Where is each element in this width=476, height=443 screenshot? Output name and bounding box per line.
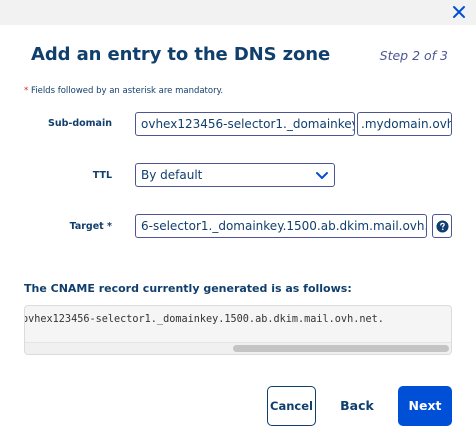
required-asterisk: * <box>24 86 29 96</box>
target-label: Target * <box>69 221 112 232</box>
next-button[interactable]: Next <box>398 386 452 426</box>
ttl-select[interactable]: By default <box>135 163 335 187</box>
close-button[interactable] <box>449 2 469 22</box>
dialog-title: Add an entry to the DNS zone <box>31 44 331 65</box>
domain-suffix: .mydomain.ovh. <box>357 112 452 136</box>
mandatory-note-text: Fields followed by an asterisk are manda… <box>30 86 224 96</box>
cname-record-heading: The CNAME record currently generated is … <box>24 282 352 295</box>
subdomain-input[interactable]: ovhex123456-selector1._domainkey <box>135 112 355 136</box>
cname-record-box: ovhex123456-selector1._domainkey.1500.ab… <box>24 305 452 355</box>
cname-record-text: ovhex123456-selector1._domainkey.1500.ab… <box>24 314 384 325</box>
scrollbar-thumb[interactable] <box>233 345 449 352</box>
ttl-label: TTL <box>92 170 112 181</box>
back-button[interactable]: Back <box>331 386 383 426</box>
target-input[interactable]: 6-selector1._domainkey.1500.ab.dkim.mail… <box>135 214 427 238</box>
horizontal-scrollbar[interactable] <box>25 342 451 354</box>
mandatory-note: * Fields followed by an asterisk are man… <box>24 86 223 96</box>
question-circle-icon <box>436 220 449 233</box>
chevron-down-icon <box>316 172 328 179</box>
dns-entry-dialog: Add an entry to the DNS zone Step 2 of 3… <box>0 0 476 443</box>
step-indicator: Step 2 of 3 <box>379 48 448 63</box>
close-icon <box>453 6 465 18</box>
subdomain-label: Sub-domain <box>47 118 112 129</box>
ttl-selected-value: By default <box>141 168 203 182</box>
cancel-button[interactable]: Cancel <box>267 386 316 426</box>
target-help-button[interactable] <box>432 214 452 238</box>
dialog-header-bar <box>0 0 476 25</box>
